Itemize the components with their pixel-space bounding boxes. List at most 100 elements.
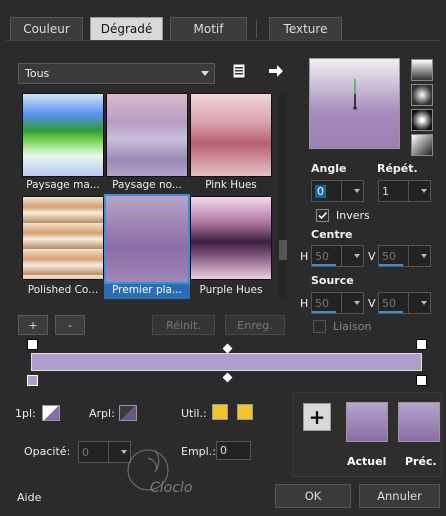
chevron-down-icon [201,71,209,76]
angle-label: Angle [311,162,347,175]
stop-color-marker-left[interactable] [27,339,38,350]
repeat-label: Répét. [377,162,418,175]
gradient-label: Paysage ma... [26,179,100,191]
source-h-value: 50 [315,296,329,310]
arrow-right-icon[interactable] [268,64,284,78]
source-v-slider[interactable] [379,311,403,313]
center-h-stepper[interactable] [341,246,350,266]
link-checkbox[interactable] [313,320,326,333]
current-swatch[interactable] [346,402,388,442]
help-link[interactable]: Aide [17,491,41,504]
scrollbar-thumb[interactable] [279,240,287,260]
source-h-label: H [300,297,309,310]
add-swatch-icon[interactable]: + [303,403,331,431]
chevron-down-icon[interactable] [354,301,360,305]
tab-pattern[interactable]: Motif [170,17,247,41]
source-v-value: 50 [382,296,396,310]
link-label: Liaison [333,320,372,333]
center-v-stepper[interactable] [408,246,417,266]
opacity-value: 0 [82,445,89,459]
watermark-logo: Cloclo [120,440,200,500]
location-value: 0 [220,444,227,457]
remove-gradient-button[interactable]: - [55,315,85,335]
chevron-down-icon[interactable] [354,189,360,193]
tab-gradient[interactable]: Dégradé [90,17,163,41]
tab-divider [256,20,257,38]
center-label: Centre [311,228,353,241]
angle-stepper[interactable] [341,181,350,201]
angle-value: 0 [315,184,326,198]
chevron-down-icon[interactable] [421,254,427,258]
sunburst-gradient-icon[interactable] [411,134,433,156]
ok-button[interactable]: OK [275,484,351,508]
tab-texture[interactable]: Texture [269,17,342,41]
previous-swatch[interactable] [398,402,440,442]
opacity-midpoint-marker[interactable] [222,372,233,383]
svg-text:Cloclo: Cloclo [150,480,192,496]
svg-text:*: * [353,105,358,116]
tabs-separator [6,40,440,41]
rectangular-gradient-icon[interactable] [411,84,433,106]
source-v-stepper[interactable] [408,293,417,313]
current-label: Actuel [347,455,387,468]
reset-button[interactable]: Réinit. [152,315,215,335]
foreground-stop-swatch[interactable] [42,405,60,421]
background-plan-label: Arpl: [89,407,115,420]
add-gradient-button[interactable]: + [18,315,48,335]
source-v-label: V [368,297,376,310]
gradient-thumb[interactable] [22,196,104,280]
gradient-thumb[interactable] [190,93,272,177]
chevron-down-icon[interactable] [421,301,427,305]
opacity-label: Opacité: [24,445,71,458]
gradient-preview[interactable]: * [309,58,400,149]
user-color-label: Util.: [181,407,207,420]
center-v-value: 50 [382,249,396,263]
gradient-label: Purple Hues [199,284,263,296]
user-color-swatch[interactable] [237,404,253,420]
center-h-label: H [300,250,309,263]
gradient-label: Pink Hues [205,179,257,191]
gradient-editor-bar[interactable] [31,353,422,371]
stop-color-marker-right[interactable] [416,339,427,350]
repeat-stepper[interactable] [408,181,417,201]
background-stop-swatch[interactable] [119,405,137,421]
gradient-thumb-selected[interactable] [104,194,190,284]
user-color-swatch[interactable] [212,404,228,420]
gradient-thumb[interactable] [22,93,104,177]
location-input[interactable]: 0 [216,441,251,460]
previous-label: Préc. [405,455,437,468]
angle-input[interactable]: 0 [311,180,364,202]
invert-checkbox[interactable] [316,209,329,222]
linear-gradient-icon[interactable] [411,59,433,81]
gradient-list-scrollbar[interactable] [279,93,287,301]
repeat-value: 1 [382,184,389,198]
center-h-value: 50 [315,249,329,263]
stop-marker-left[interactable] [27,375,38,386]
save-button[interactable]: Enreg. [225,315,285,335]
list-options-icon[interactable] [232,63,248,79]
source-h-slider[interactable] [312,311,336,313]
opacity-stepper[interactable] [108,442,117,462]
center-v-slider[interactable] [379,264,403,266]
gradient-label: Paysage no... [112,179,182,191]
gradient-label-selected: Premier pla... [104,284,190,299]
source-h-stepper[interactable] [341,293,350,313]
first-plan-label: 1pl: [15,407,36,420]
stop-marker-right[interactable] [416,375,427,386]
tab-color[interactable]: Couleur [10,17,83,41]
chevron-down-icon[interactable] [421,189,427,193]
source-label: Source [311,274,354,287]
gradient-thumb[interactable] [106,93,188,177]
invert-label: Invers [336,209,370,222]
gradient-thumb[interactable] [190,196,272,280]
midpoint-marker[interactable] [222,343,233,354]
repeat-input[interactable]: 1 [378,180,431,202]
category-select-value: Tous [25,67,50,80]
center-v-label: V [368,250,376,263]
category-select[interactable]: Tous [18,63,215,84]
chevron-down-icon[interactable] [354,254,360,258]
radial-gradient-icon[interactable] [411,109,433,131]
gradient-label: Polished Co... [27,284,99,296]
cancel-button[interactable]: Annuler [359,484,440,508]
center-h-slider[interactable] [312,264,336,266]
